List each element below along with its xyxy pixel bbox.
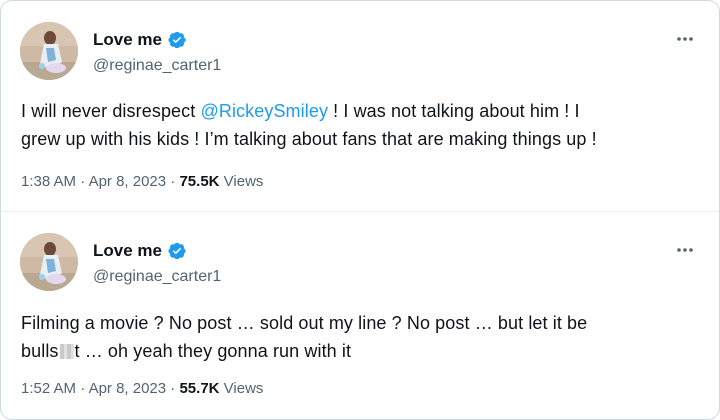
more-options-icon[interactable] xyxy=(673,29,697,49)
tweet-text-part: I will never disrespect xyxy=(21,101,201,121)
views-count[interactable]: 75.5K xyxy=(179,173,219,190)
avatar-photo xyxy=(20,22,78,80)
display-name[interactable]: Love me xyxy=(93,241,162,261)
mention-link[interactable]: @RickeySmiley xyxy=(200,101,328,121)
tweet-date[interactable]: Apr 8, 2023 xyxy=(89,173,167,190)
meta-separator: · xyxy=(76,173,89,190)
avatar[interactable] xyxy=(20,22,78,80)
display-name[interactable]: Love me xyxy=(93,30,162,50)
avatar[interactable] xyxy=(20,233,78,291)
handle[interactable]: @reginae_carter1 xyxy=(93,57,221,75)
views-label: Views xyxy=(219,380,264,397)
views-label: Views xyxy=(219,173,264,190)
handle[interactable]: @reginae_carter1 xyxy=(93,268,221,286)
tweet-time[interactable]: 1:52 AM xyxy=(21,380,76,397)
tweet-meta: 1:38 AM · Apr 8, 2023 · 75.5K Views xyxy=(21,173,263,190)
censored-blur xyxy=(59,344,74,359)
verified-badge-icon xyxy=(168,242,186,260)
tweet-time[interactable]: 1:38 AM xyxy=(21,173,76,190)
meta-separator: · xyxy=(76,380,89,397)
meta-separator: · xyxy=(166,173,180,190)
tweet-1[interactable]: Love me @reginae_carter1 I will never di… xyxy=(1,1,719,211)
tweet-text-part: ! I was not talking about him ! I xyxy=(328,101,580,121)
tweet-text-part: t … oh yeah they gonna run with it xyxy=(74,341,352,361)
tweet-date[interactable]: Apr 8, 2023 xyxy=(89,380,167,397)
verified-badge-icon xyxy=(168,31,186,49)
author-name-row[interactable]: Love me xyxy=(93,30,187,50)
tweet-text: Filming a movie ? No post … sold out my … xyxy=(21,309,701,365)
tweet-text: I will never disrespect @RickeySmiley ! … xyxy=(21,97,701,153)
tweet-text-part: bulls xyxy=(21,341,59,361)
more-options-icon[interactable] xyxy=(673,240,697,260)
tweet-text-part: grew up with his kids ! I’m talking abou… xyxy=(21,129,597,149)
tweet-meta: 1:52 AM · Apr 8, 2023 · 55.7K Views xyxy=(21,380,263,397)
tweet-2[interactable]: Love me @reginae_carter1 Filming a movie… xyxy=(1,212,719,419)
meta-separator: · xyxy=(166,380,180,397)
author-name-row[interactable]: Love me xyxy=(93,241,187,261)
tweet-screenshot-card: Love me @reginae_carter1 I will never di… xyxy=(0,0,720,420)
tweet-text-part: Filming a movie ? No post … sold out my … xyxy=(21,313,588,333)
views-count[interactable]: 55.7K xyxy=(179,380,219,397)
avatar-photo xyxy=(20,233,78,291)
